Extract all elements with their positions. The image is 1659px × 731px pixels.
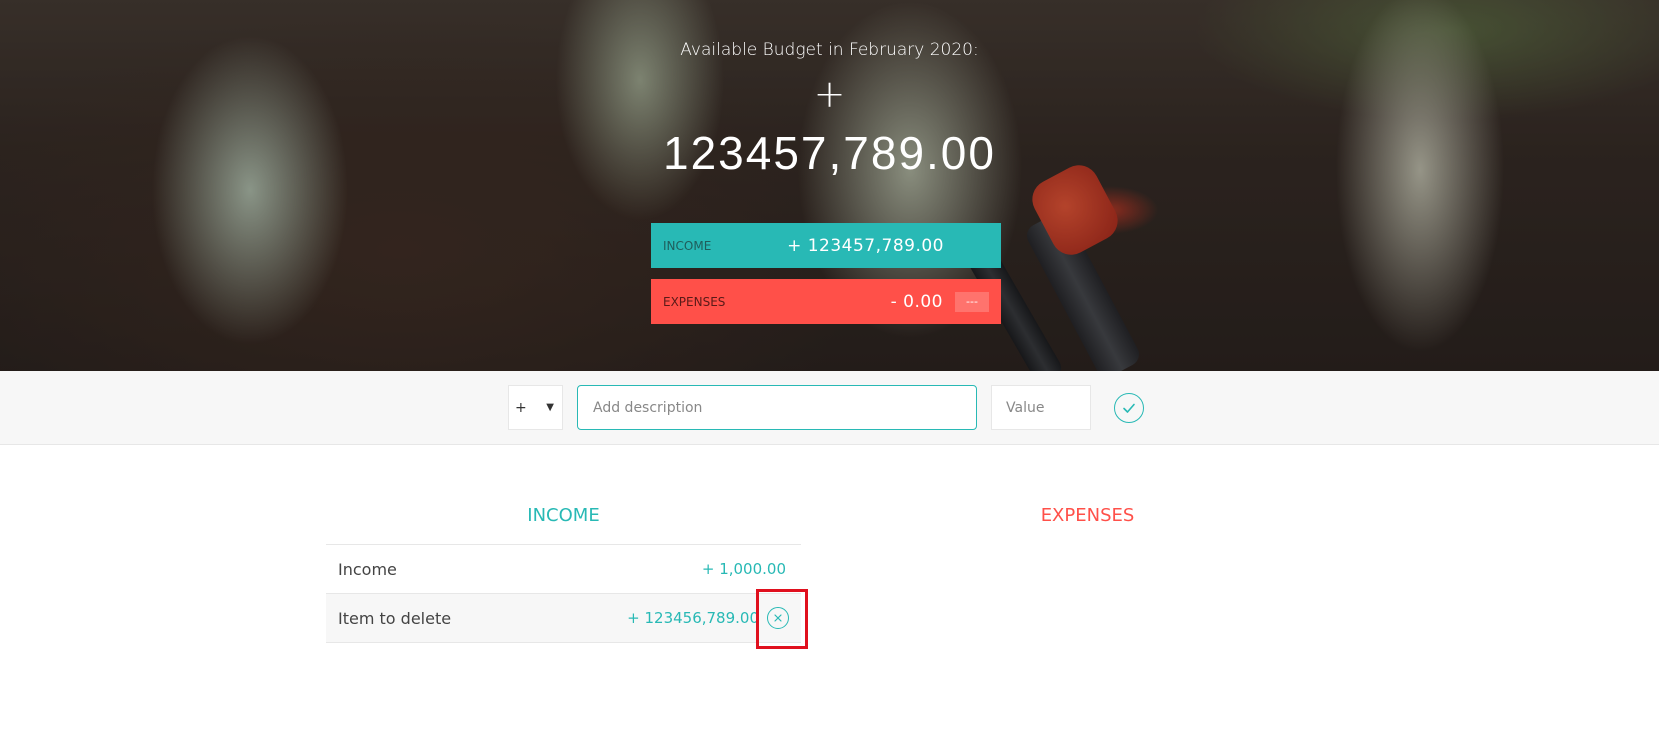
value-placeholder: Value	[1006, 399, 1045, 416]
expenses-summary-label: EXPENSES	[663, 294, 726, 309]
income-summary-label: INCOME	[663, 238, 712, 253]
item-description: Item to delete	[338, 608, 452, 628]
delete-item-button[interactable]	[767, 607, 789, 629]
income-summary: INCOME + 123457,789.00	[651, 223, 1001, 268]
item-description: Income	[338, 559, 397, 579]
income-list: Income + 1,000.00 Item to delete + 12345…	[326, 544, 801, 643]
expenses-summary: EXPENSES - 0.00 ---	[651, 279, 1001, 324]
income-list-title: INCOME	[527, 505, 600, 526]
item-value: + 123456,789.00	[627, 609, 759, 627]
expenses-percentage-badge: ---	[955, 291, 989, 312]
list-item[interactable]: Income + 1,000.00	[326, 545, 801, 594]
item-value: + 1,000.00	[701, 560, 786, 578]
close-icon	[774, 614, 782, 622]
budget-sign: +	[813, 72, 846, 116]
add-button[interactable]	[1114, 393, 1144, 423]
expenses-summary-value: - 0.00	[890, 291, 943, 312]
description-placeholder: Add description	[593, 399, 703, 416]
chevron-down-icon: ▼	[546, 402, 554, 413]
budget-summary: Available Budget in February 2020: + 123…	[0, 40, 1659, 178]
budget-value: 123457,789.00	[663, 127, 996, 179]
budget-header: Available Budget in February 2020: + 123…	[0, 0, 1659, 371]
value-input[interactable]: Value	[991, 385, 1091, 430]
budget-title: Available Budget in February 2020:	[680, 40, 979, 60]
checkmark-icon	[1123, 403, 1135, 413]
add-item-bar: + ▼ Add description Value	[0, 371, 1659, 445]
type-select[interactable]: + ▼	[508, 385, 563, 430]
type-select-value: +	[515, 399, 527, 416]
description-input[interactable]: Add description	[577, 385, 977, 430]
expenses-list-title: EXPENSES	[1040, 505, 1135, 526]
list-item[interactable]: Item to delete + 123456,789.00	[326, 594, 801, 643]
income-summary-value: + 123457,789.00	[787, 235, 944, 256]
